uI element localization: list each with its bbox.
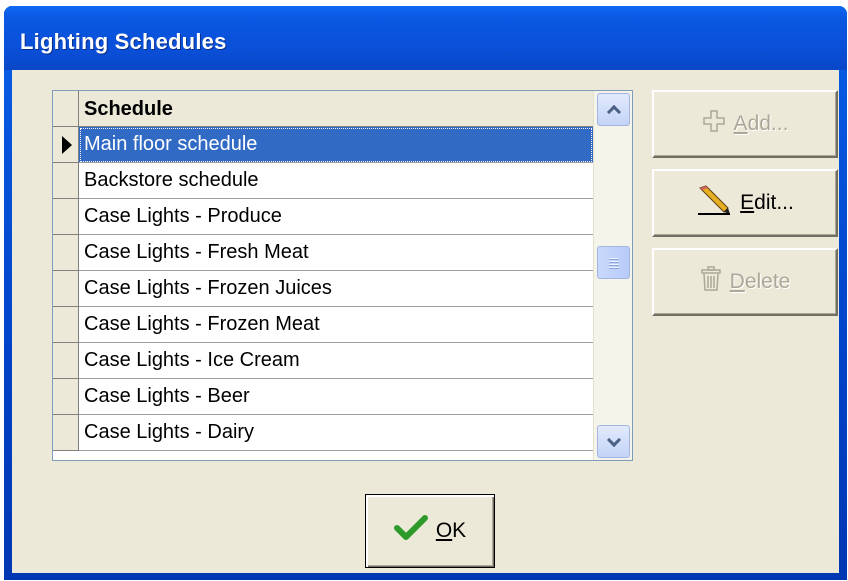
row-selector[interactable]	[53, 271, 79, 307]
window-border-bottom	[4, 573, 847, 580]
add-button-label: Add...	[733, 112, 789, 135]
table-row[interactable]: Case Lights - Ice Cream	[79, 343, 593, 379]
row-selector[interactable]	[53, 415, 79, 451]
schedule-grid: Schedule Main floor schedule Backstore sc…	[52, 90, 633, 461]
plus-icon	[702, 109, 726, 139]
row-selector[interactable]	[53, 343, 79, 379]
table-row[interactable]: Case Lights - Dairy	[79, 415, 593, 451]
scroll-down-button[interactable]	[597, 425, 630, 458]
chevron-down-icon	[606, 432, 621, 447]
row-indicator-header	[53, 91, 79, 127]
ok-button[interactable]: OK	[365, 494, 495, 568]
grid-body: Schedule Main floor schedule Backstore sc…	[53, 91, 593, 460]
row-selector[interactable]	[53, 235, 79, 271]
pencil-icon	[696, 184, 732, 222]
vertical-scrollbar[interactable]	[593, 91, 632, 460]
checkmark-icon	[393, 515, 428, 547]
row-selector[interactable]	[53, 199, 79, 235]
ok-button-label: OK	[435, 519, 467, 542]
table-row[interactable]: Main floor schedule	[79, 127, 593, 163]
delete-button[interactable]: Delete	[652, 248, 838, 316]
row-selector[interactable]	[53, 127, 79, 163]
chevron-up-icon	[606, 104, 621, 119]
dialog-client-area: Schedule Main floor schedule Backstore sc…	[12, 70, 839, 573]
add-button[interactable]: Add...	[652, 90, 838, 158]
scroll-up-button[interactable]	[597, 93, 630, 126]
table-row[interactable]: Case Lights - Frozen Meat	[79, 307, 593, 343]
edit-button[interactable]: Edit...	[652, 169, 838, 237]
table-row[interactable]: Case Lights - Beer	[79, 379, 593, 415]
table-row[interactable]: Case Lights - Produce	[79, 199, 593, 235]
window-title: Lighting Schedules	[20, 29, 227, 54]
lighting-schedules-dialog: Lighting Schedules Schedule Main floor s…	[4, 6, 847, 580]
scroll-thumb[interactable]	[597, 246, 630, 279]
table-row[interactable]: Backstore schedule	[79, 163, 593, 199]
row-selector[interactable]	[53, 163, 79, 199]
title-bar[interactable]: Lighting Schedules	[4, 6, 847, 70]
table-row[interactable]: Case Lights - Fresh Meat	[79, 235, 593, 271]
column-header-schedule[interactable]: Schedule	[79, 91, 593, 127]
table-row[interactable]: Case Lights - Frozen Juices	[79, 271, 593, 307]
edit-button-label: Edit...	[740, 191, 794, 214]
row-selector[interactable]	[53, 379, 79, 415]
current-row-arrow-icon	[62, 136, 72, 154]
row-selector[interactable]	[53, 307, 79, 343]
trash-icon	[700, 266, 722, 298]
delete-button-label: Delete	[729, 270, 791, 293]
